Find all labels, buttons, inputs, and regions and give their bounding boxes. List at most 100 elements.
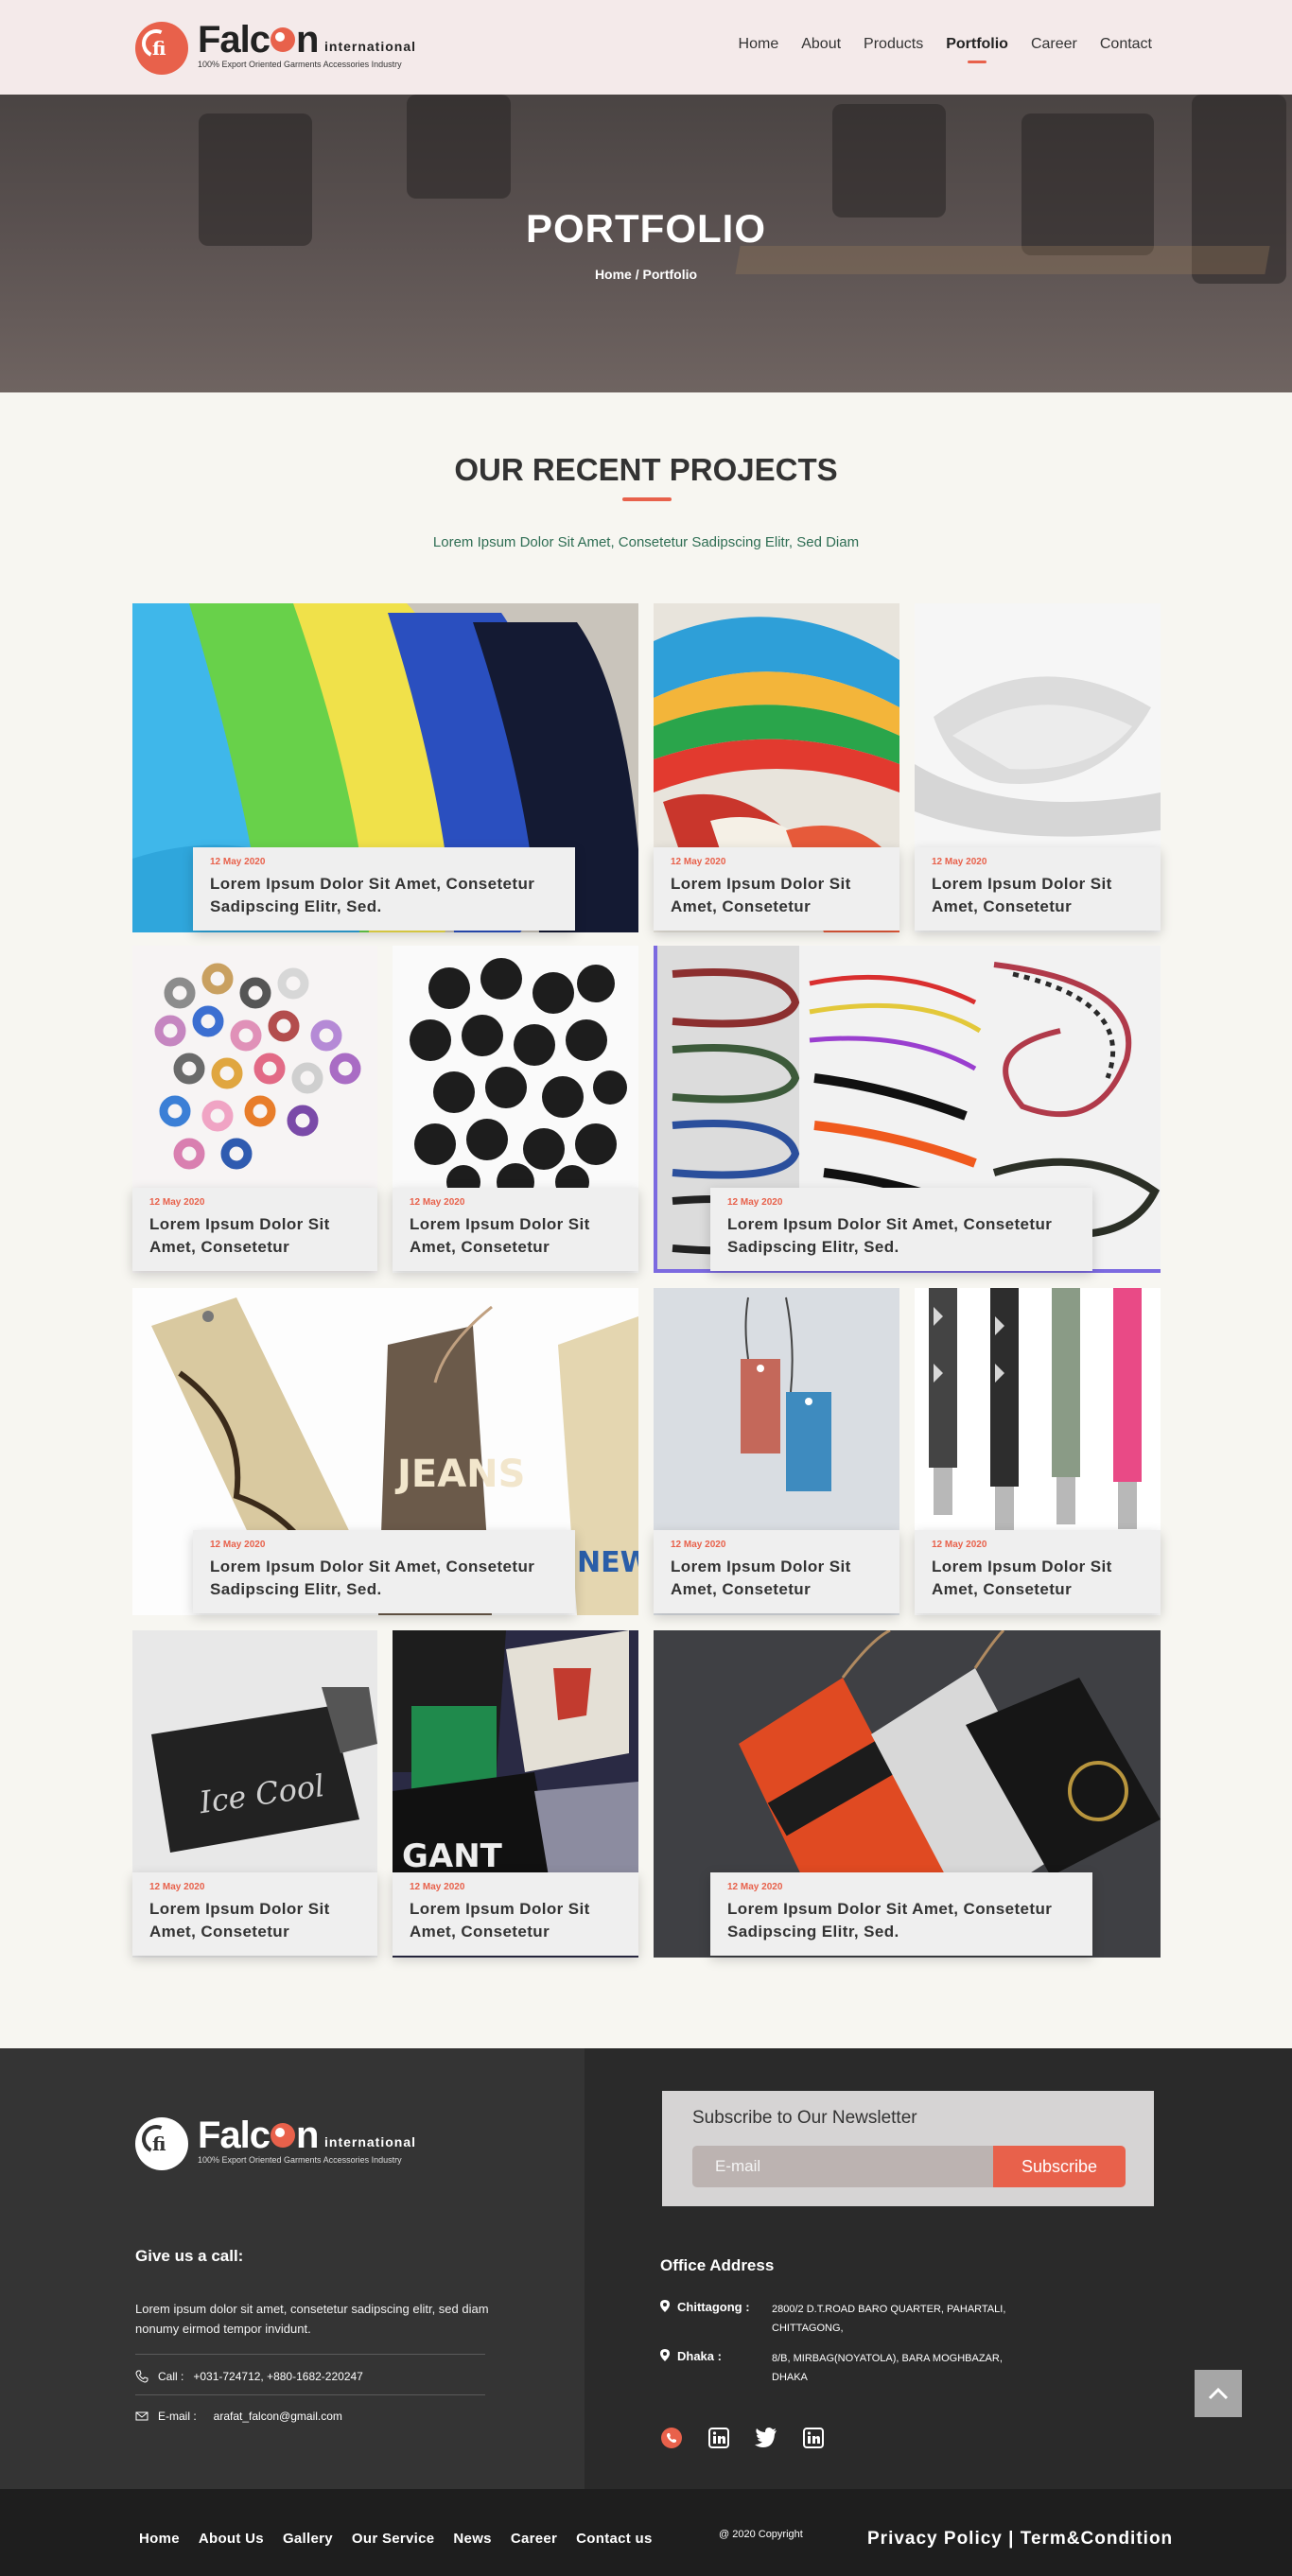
project-caption: 12 May 2020 Lorem Ipsum Dolor Sit Amet, … — [710, 1872, 1092, 1956]
project-title[interactable]: Lorem Ipsum Dolor Sit Amet, Consetetur — [149, 1898, 360, 1943]
project-title[interactable]: Lorem Ipsum Dolor Sit Amet, Consetetur — [149, 1213, 360, 1259]
office-city: Chittagong : — [677, 2300, 750, 2314]
breadcrumb-home[interactable]: Home — [595, 267, 632, 282]
bottom-bar: Home About Us Gallery Our Service News C… — [0, 2489, 1292, 2576]
office-city: Dhaka : — [677, 2349, 722, 2363]
phone-value[interactable]: +031-724712, +880-1682-220247 — [193, 2370, 363, 2383]
logo-mark-icon: fi — [135, 22, 188, 75]
nav-about[interactable]: About — [801, 36, 841, 53]
divider — [135, 2354, 485, 2355]
phone-icon — [135, 2370, 148, 2383]
whatsapp-icon[interactable] — [660, 2427, 683, 2449]
project-title[interactable]: Lorem Ipsum Dolor Sit Amet, Consetetur S… — [210, 873, 558, 918]
footer-link-contact[interactable]: Contact us — [576, 2531, 653, 2547]
terms-link[interactable]: Term&Condition — [1021, 2529, 1173, 2549]
newsletter-email-input[interactable] — [692, 2146, 993, 2187]
nav-contact[interactable]: Contact — [1100, 36, 1152, 53]
project-card[interactable]: 12 May 2020 Lorem Ipsum Dolor Sit Amet, … — [654, 946, 1161, 1273]
nav-career[interactable]: Career — [1031, 36, 1077, 53]
logo-tagline: 100% Export Oriented Garments Accessorie… — [198, 60, 402, 69]
email-value[interactable]: arafat_falcon@gmail.com — [214, 2410, 342, 2423]
project-card[interactable]: 12 May 2020 Lorem Ipsum Dolor Sit Amet, … — [654, 1288, 899, 1615]
project-caption: 12 May 2020 Lorem Ipsum Dolor Sit Amet, … — [193, 847, 575, 931]
footer-link-gallery[interactable]: Gallery — [283, 2531, 333, 2547]
project-caption: 12 May 2020 Lorem Ipsum Dolor Sit Amet, … — [132, 1872, 377, 1956]
social-links — [660, 2427, 825, 2449]
site-logo[interactable]: fi Falc n international 100% Export Orien… — [135, 19, 419, 78]
project-card[interactable]: 12 May 2020 Lorem Ipsum Dolor Sit Amet, … — [132, 603, 638, 932]
project-date: 12 May 2020 — [932, 857, 987, 867]
project-caption: 12 May 2020 Lorem Ipsum Dolor Sit Amet, … — [393, 1872, 638, 1956]
project-title[interactable]: Lorem Ipsum Dolor Sit Amet, Consetetur — [932, 1556, 1144, 1601]
project-card[interactable]: Ice Cool 12 May 2020 Lorem Ipsum Dolor S… — [132, 1630, 377, 1958]
project-caption: 12 May 2020 Lorem Ipsum Dolor Sit Amet, … — [710, 1188, 1092, 1271]
main-nav: Home About Products Portfolio Career Con… — [739, 36, 1152, 53]
project-title[interactable]: Lorem Ipsum Dolor Sit Amet, Consetetur — [410, 1213, 621, 1259]
project-caption: 12 May 2020 Lorem Ipsum Dolor Sit Amet, … — [193, 1530, 575, 1613]
project-date: 12 May 2020 — [149, 1882, 205, 1892]
hero-bg-chair — [832, 104, 946, 218]
office-address: 8/B, MIRBAG(NOYATOLA), BARA MOGHBAZAR, D… — [772, 2353, 1003, 2383]
scroll-to-top-button[interactable] — [1195, 2370, 1242, 2417]
footer-link-about[interactable]: About Us — [199, 2531, 264, 2547]
project-card[interactable]: JEANS NEW 12 May 2020 Lorem Ipsum Dolor … — [132, 1288, 638, 1615]
project-card[interactable]: GANT 12 May 2020 Lorem Ipsum Dolor Sit A… — [393, 1630, 638, 1958]
newsletter-title: Subscribe to Our Newsletter — [692, 2108, 917, 2128]
linkedin-icon[interactable] — [707, 2427, 730, 2449]
project-caption: 12 May 2020 Lorem Ipsum Dolor Sit Amet, … — [393, 1188, 638, 1271]
project-title[interactable]: Lorem Ipsum Dolor Sit Amet, Consetetur S… — [727, 1213, 1075, 1259]
office-heading: Office Address — [660, 2256, 775, 2274]
footer-link-service[interactable]: Our Service — [352, 2531, 435, 2547]
nav-portfolio[interactable]: Portfolio — [946, 36, 1008, 53]
project-title[interactable]: Lorem Ipsum Dolor Sit Amet, Consetetur — [932, 873, 1144, 918]
office-dhaka: Dhaka : 8/B, MIRBAG(NOYATOLA), BARA MOGH… — [660, 2349, 1037, 2387]
project-date: 12 May 2020 — [410, 1882, 465, 1892]
project-caption: 12 May 2020 Lorem Ipsum Dolor Sit Amet, … — [132, 1188, 377, 1271]
section-underline — [622, 497, 672, 501]
project-card[interactable]: 12 May 2020 Lorem Ipsum Dolor Sit Amet, … — [915, 1288, 1161, 1615]
footer-link-career[interactable]: Career — [511, 2531, 557, 2547]
project-date: 12 May 2020 — [727, 1197, 783, 1208]
project-card[interactable]: 12 May 2020 Lorem Ipsum Dolor Sit Amet, … — [132, 946, 377, 1273]
nav-products[interactable]: Products — [864, 36, 923, 53]
project-title[interactable]: Lorem Ipsum Dolor Sit Amet, Consetetur — [671, 1556, 882, 1601]
logo-wordmark: Falc n — [198, 19, 320, 61]
footer-link-home[interactable]: Home — [139, 2531, 180, 2547]
project-title[interactable]: Lorem Ipsum Dolor Sit Amet, Consetetur S… — [727, 1898, 1075, 1943]
twitter-icon[interactable] — [755, 2427, 777, 2449]
breadcrumb-separator: / — [631, 267, 643, 282]
copyright: @ 2020 Copyright — [719, 2529, 803, 2540]
privacy-policy-link[interactable]: Privacy Policy — [867, 2529, 1003, 2549]
footer-nav: Home About Us Gallery Our Service News C… — [139, 2531, 653, 2547]
project-date: 12 May 2020 — [210, 1540, 266, 1550]
page-title: PORTFOLIO — [526, 206, 766, 251]
project-date: 12 May 2020 — [932, 1540, 987, 1550]
divider — [135, 2394, 485, 2395]
project-title[interactable]: Lorem Ipsum Dolor Sit Amet, Consetetur — [410, 1898, 621, 1943]
footer-logo[interactable]: fi Falc n international 100% Export Orien… — [135, 2115, 419, 2173]
project-card[interactable]: 12 May 2020 Lorem Ipsum Dolor Sit Amet, … — [393, 946, 638, 1273]
subscribe-button[interactable]: Subscribe — [993, 2146, 1126, 2187]
project-title[interactable]: Lorem Ipsum Dolor Sit Amet, Consetetur — [671, 873, 882, 918]
policy-separator: | — [1002, 2529, 1021, 2549]
phone-row: Call : +031-724712, +880-1682-220247 — [135, 2370, 363, 2383]
project-card[interactable]: 12 May 2020 Lorem Ipsum Dolor Sit Amet, … — [654, 603, 899, 932]
location-pin-icon — [660, 2300, 677, 2338]
nav-home[interactable]: Home — [739, 36, 779, 53]
footer-link-news[interactable]: News — [453, 2531, 491, 2547]
section-title: OUR RECENT PROJECTS — [454, 452, 838, 487]
chevron-up-icon — [1208, 2387, 1229, 2400]
project-title[interactable]: Lorem Ipsum Dolor Sit Amet, Consetetur S… — [210, 1556, 558, 1601]
email-row: E-mail : arafat_falcon@gmail.com — [135, 2410, 342, 2423]
project-date: 12 May 2020 — [727, 1882, 783, 1892]
logo-mark-icon: fi — [135, 2117, 188, 2170]
linkedin-icon[interactable] — [802, 2427, 825, 2449]
project-caption: 12 May 2020 Lorem Ipsum Dolor Sit Amet, … — [915, 1530, 1161, 1613]
project-card[interactable]: 12 May 2020 Lorem Ipsum Dolor Sit Amet, … — [654, 1630, 1161, 1958]
call-description: Lorem ipsum dolor sit amet, consetetur s… — [135, 2302, 489, 2336]
logo-suffix: international — [324, 2134, 417, 2150]
project-card[interactable]: 12 May 2020 Lorem Ipsum Dolor Sit Amet, … — [915, 603, 1161, 932]
policy-links: Privacy Policy | Term&Condition — [867, 2529, 1173, 2550]
project-date: 12 May 2020 — [671, 1540, 726, 1550]
location-pin-icon — [660, 2349, 677, 2387]
